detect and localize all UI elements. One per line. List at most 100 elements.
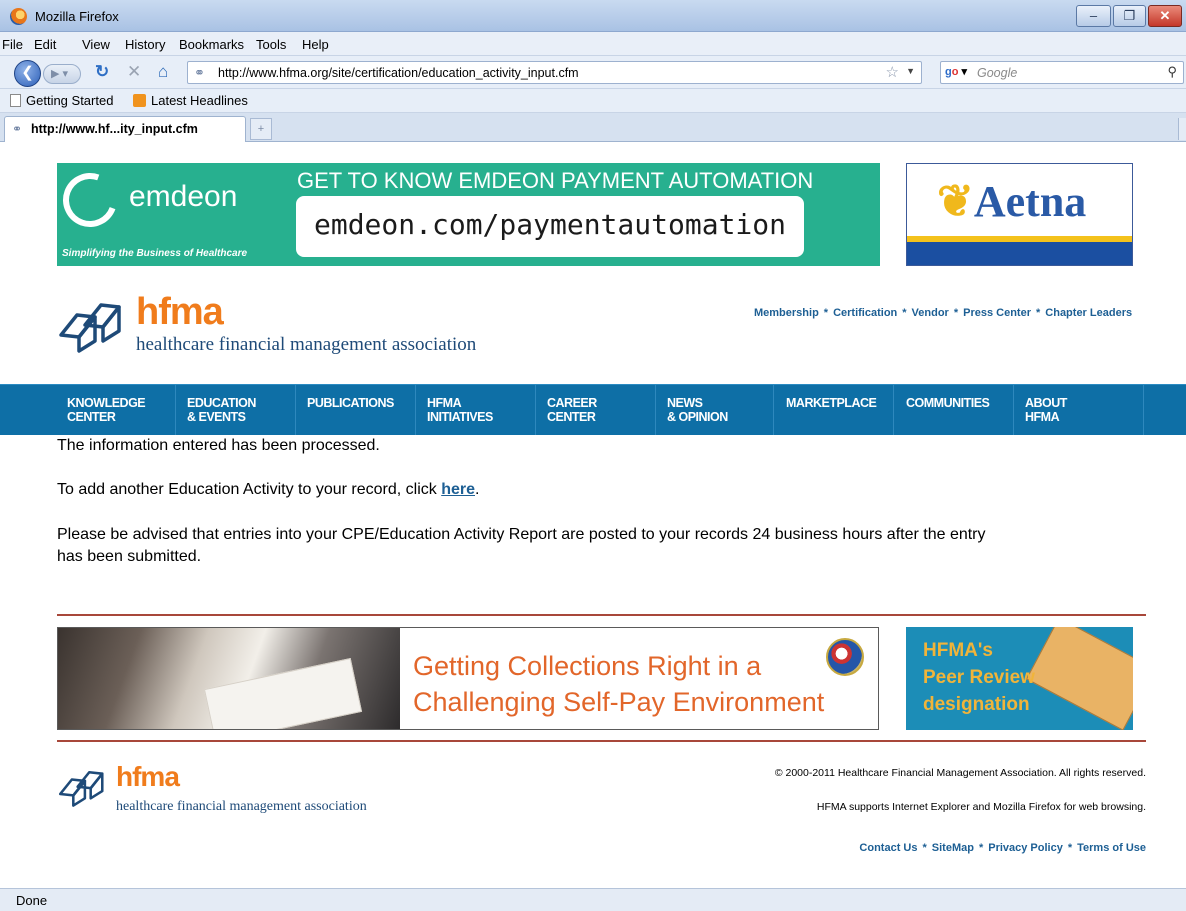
here-link[interactable]: here [441,481,475,498]
emdeon-logo-icon [57,164,126,236]
bookmark-star-icon[interactable]: ☆ [886,63,899,81]
back-arrow-icon: ❮ [21,64,34,81]
emdeon-tagline: Simplifying the Business of Healthcare [62,248,248,259]
close-icon: ✕ [1159,8,1171,23]
nav-career-center[interactable]: CAREER CENTER [547,396,597,424]
bookmark-latest-headlines[interactable]: Latest Headlines [133,93,248,108]
tab-favicon-icon: ⚭ [12,122,23,136]
link-contact-us[interactable]: Contact Us [859,842,917,854]
window-title: Mozilla Firefox [35,9,119,24]
folder-icon [1026,627,1133,730]
navigation-toolbar: ❮ ▶ ▾ ↻ ✕ ⌂ ⚭ http://www.hfma.org/site/c… [0,56,1186,89]
aetna-body: ❦Aetna [907,164,1132,241]
tab-current[interactable]: ⚭ http://www.hf...ity_input.cfm [4,116,246,142]
page-icon [10,94,21,107]
minimize-button[interactable]: – [1076,5,1111,27]
status-bar: Done [0,888,1186,911]
nav-news-opinion[interactable]: NEWS & OPINION [667,396,728,424]
hfma-cube-logo-icon[interactable] [55,295,127,353]
menu-bar: File Edit View History Bookmarks Tools H… [0,32,1186,56]
url-dropdown-icon[interactable]: ▼ [906,66,915,76]
emdeon-headline: GET TO KNOW EMDEON PAYMENT AUTOMATION [297,168,814,193]
nav-hfma-initiatives[interactable]: HFMA INITIATIVES [427,396,493,424]
nav-communities[interactable]: COMMUNITIES [906,396,990,410]
search-bar[interactable]: go ▾ Google ⚲ [940,61,1184,84]
bookmarks-toolbar: Getting Started Latest Headlines [0,89,1186,113]
link-privacy-policy[interactable]: Privacy Policy [988,842,1063,854]
footer-links: Contact Us * SiteMap * Privacy Policy * Terms … [859,842,1146,854]
bookmark-getting-started[interactable]: Getting Started [10,93,113,108]
link-press-center[interactable]: Press Center [963,307,1031,319]
home-icon[interactable]: ⌂ [158,63,168,81]
close-button[interactable]: ✕ [1148,5,1182,27]
link-terms-of-use[interactable]: Terms of Use [1077,842,1146,854]
nav-publications[interactable]: PUBLICATIONS [307,396,394,410]
menu-tools[interactable]: Tools [256,37,286,52]
collections-headline: Getting Collections Right in a Challengin… [413,651,825,717]
forward-arrow-icon: ▶ ▾ [51,68,69,80]
status-text: Done [16,893,48,908]
tab-strip: ⚭ http://www.hf...ity_input.cfm + [0,113,1186,142]
peer-review-banner-ad[interactable]: HFMA's Peer Review designation [906,627,1133,730]
back-button[interactable]: ❮ [14,60,41,87]
nav-education-events[interactable]: EDUCATION & EVENTS [187,396,256,424]
footer-hfma-logo-word[interactable]: hfma [116,761,180,793]
divider-bottom [57,740,1146,742]
reload-icon[interactable]: ↻ [95,63,109,81]
menu-view[interactable]: View [82,37,110,52]
chart-paper [203,658,363,729]
hfma-logo-word[interactable]: hfma [136,291,224,334]
processed-message: The information entered has been process… [57,437,380,454]
emdeon-url: emdeon.com/paymentautomation [313,208,786,241]
menu-bookmarks[interactable]: Bookmarks [179,37,244,52]
link-membership[interactable]: Membership [754,307,819,319]
advised-message-line1: Please be advised that entries into your… [57,526,986,543]
nav-marketplace[interactable]: MARKETPLACE [786,396,877,410]
magnifier-icon[interactable]: ⚲ [1167,64,1177,80]
tab-label: http://www.hf...ity_input.cfm [31,122,198,136]
menu-help[interactable]: Help [302,37,329,52]
collections-banner-ad[interactable]: Getting Collections Right in a Challengin… [57,627,879,730]
aetna-logo: ❦Aetna [937,177,1087,226]
link-chapter-leaders[interactable]: Chapter Leaders [1045,307,1132,319]
main-navigation: KNOWLEDGE CENTER EDUCATION & EVENTS PUBLIC… [0,384,1186,435]
search-engine-icon[interactable]: go ▾ [945,65,973,81]
restore-icon: ❐ [1123,8,1136,23]
nav-knowledge-center[interactable]: KNOWLEDGE CENTER [67,396,146,424]
emdeon-banner-ad[interactable]: emdeon Simplifying the Business of Healt… [57,163,880,266]
forward-button[interactable]: ▶ ▾ [43,64,81,84]
aetna-banner-ad[interactable]: ❦Aetna [906,163,1133,266]
menu-file[interactable]: File [2,37,23,52]
firefox-logo-icon [10,8,27,25]
browser-support-text: HFMA supports Internet Explorer and Mozi… [816,801,1146,813]
emdeon-url-box: emdeon.com/paymentautomation [296,196,804,257]
add-activity-message: To add another Education Activity to you… [57,481,480,498]
flag-globe-icon [826,638,864,676]
copyright-text: © 2000-2011 Healthcare Financial Managem… [774,767,1146,779]
url-text: http://www.hfma.org/site/certification/e… [218,66,579,80]
footer-hfma-cube-logo-icon[interactable] [55,765,109,807]
link-certification[interactable]: Certification [833,307,897,319]
new-tab-button[interactable]: + [250,118,272,140]
title-bar: Mozilla Firefox – ❐ ✕ [0,0,1186,32]
tab-scroll-button[interactable] [1178,118,1186,140]
top-links: Membership * Certification * Vendor * Press Ce… [754,307,1133,319]
peer-review-text: HFMA's Peer Review designation [923,640,1035,715]
hfma-logo-subtitle: healthcare financial management associat… [136,334,477,355]
menu-history[interactable]: History [125,37,165,52]
browser-window: Mozilla Firefox – ❐ ✕ File Edit View His… [0,0,1186,911]
footer-hfma-logo-subtitle: healthcare financial management associat… [116,799,367,814]
aetna-band [907,242,1132,265]
link-vendor[interactable]: Vendor [912,307,949,319]
emdeon-brand: emdeon [129,180,238,213]
link-sitemap[interactable]: SiteMap [932,842,974,854]
business-photo [58,628,400,729]
rss-icon [133,94,146,107]
nav-about-hfma[interactable]: ABOUT HFMA [1025,396,1067,424]
address-bar[interactable]: ⚭ http://www.hfma.org/site/certification… [187,61,922,84]
stop-icon[interactable]: ✕ [127,63,141,81]
minimize-icon: – [1089,8,1098,23]
search-placeholder: Google [977,66,1018,80]
restore-button[interactable]: ❐ [1113,5,1146,27]
menu-edit[interactable]: Edit [34,37,56,52]
